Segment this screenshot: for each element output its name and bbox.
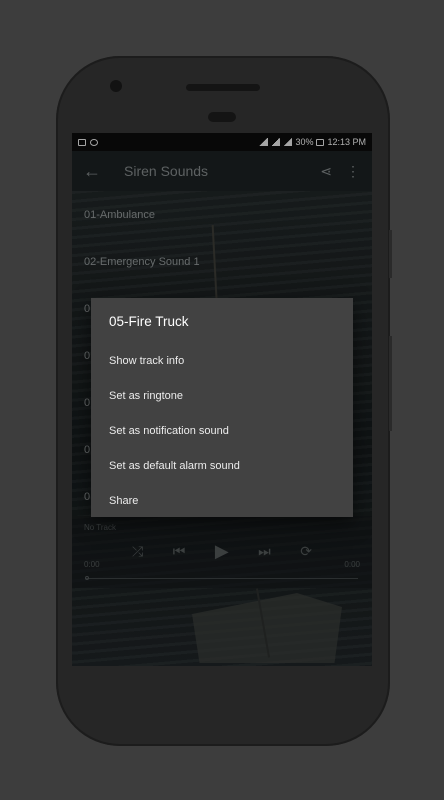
app-screen: 30% 12:13 PM ← Siren Sounds ⋖ ⋮ 01-Ambul… xyxy=(72,133,372,666)
option-label: Set as ringtone xyxy=(109,389,183,402)
option-share[interactable]: Share xyxy=(91,483,353,518)
power-button xyxy=(389,336,392,431)
volume-button xyxy=(389,230,392,278)
option-label: Show track info xyxy=(109,354,185,367)
option-label: Share xyxy=(109,494,139,507)
option-show-track-info[interactable]: Show track info xyxy=(91,343,353,378)
proximity-sensor xyxy=(208,112,236,122)
dialog-title: 05-Fire Truck xyxy=(109,314,189,329)
track-options-dialog: 05-Fire Truck Show track info Set as rin… xyxy=(91,298,353,517)
option-label: Set as notification sound xyxy=(109,424,229,437)
option-label: Set as default alarm sound xyxy=(109,459,240,472)
options-menu: Show track info Set as ringtone Set as n… xyxy=(91,343,353,518)
earpiece-speaker xyxy=(186,84,260,91)
option-set-notification[interactable]: Set as notification sound xyxy=(91,413,353,448)
option-set-ringtone[interactable]: Set as ringtone xyxy=(91,378,353,413)
front-camera xyxy=(110,80,122,92)
option-set-alarm[interactable]: Set as default alarm sound xyxy=(91,448,353,483)
